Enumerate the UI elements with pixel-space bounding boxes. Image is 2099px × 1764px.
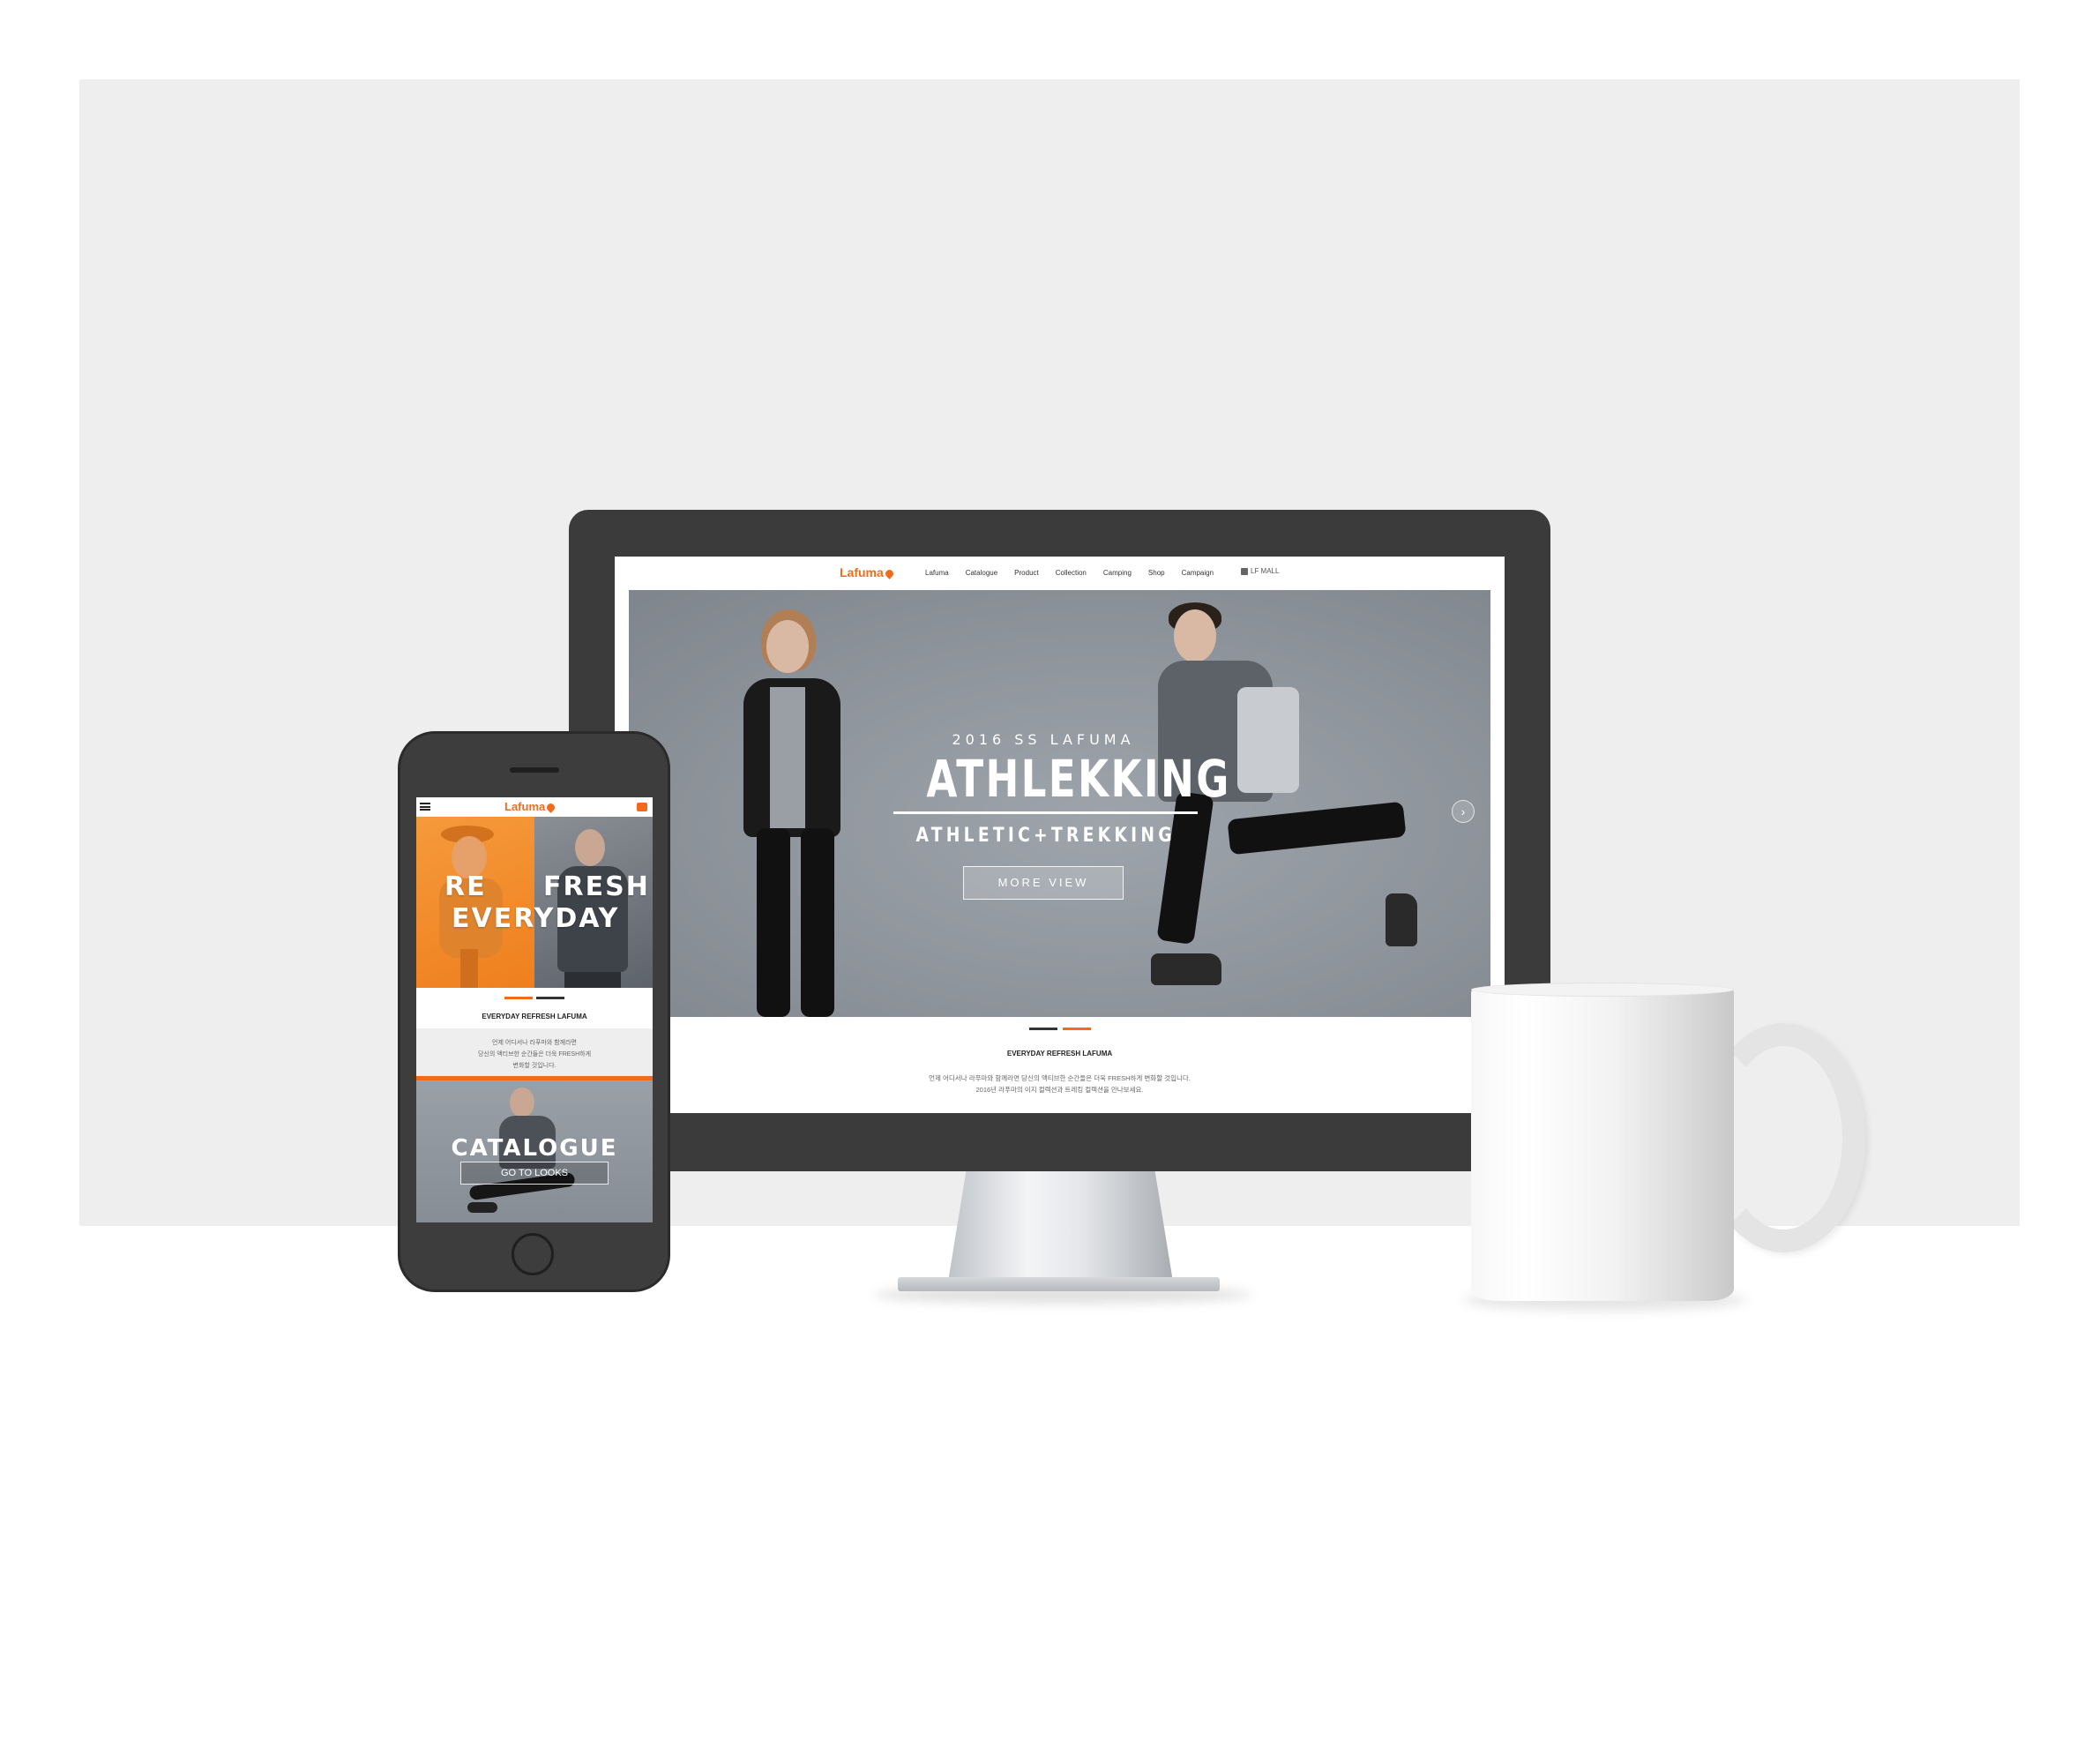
nav-item-catalogue[interactable]: Catalogue [966,569,997,577]
mobile-hero-word-re: RE [444,871,487,902]
hero-title: ATHLEKKING [926,749,1231,809]
catalogue-title: CATALOGUE [451,1135,618,1162]
monitor-stand-foot [898,1277,1220,1291]
nav-item-campaign[interactable]: Campaign [1182,569,1214,577]
mug-rim [1471,983,1734,997]
mobile-section-line-1: 언제 어디서나 라푸마와 함께라면 [492,1040,577,1046]
mobile-slide-indicator-2[interactable] [536,997,564,999]
hero-tagline: ATHLETIC+TREKKING [915,825,1176,847]
next-slide-arrow-icon[interactable]: › [1452,800,1475,823]
go-to-looks-button[interactable]: GO TO LOOKS [460,1162,609,1185]
nav-item-collection[interactable]: Collection [1056,569,1087,577]
mobile-hero-word-everyday: EVERYDAY [452,903,620,934]
slide-indicator-1[interactable] [1029,1028,1057,1030]
mobile-logo[interactable]: Lafuma [504,800,557,813]
cart-icon[interactable] [637,803,647,811]
hamburger-menu-icon[interactable] [420,803,430,811]
mobile-hero-banner: RE FRESH EVERYDAY [416,817,653,988]
slide-indicator-2[interactable] [1063,1028,1091,1030]
monitor-stand-neck [948,1171,1173,1282]
nav-item-camping[interactable]: Camping [1103,569,1132,577]
shopping-bag-icon [1241,567,1248,575]
desktop-hero-banner: 2016 SS LAFUMA ATHLEKKING ATHLETIC+TREKK… [629,590,1490,1017]
lf-mall-label: LF MALL [1251,567,1280,575]
leaf-logo-icon [883,567,895,579]
desktop-website: Lafuma Lafuma Catalogue Product Collecti… [615,557,1505,1113]
hero-subtitle: 2016 SS LAFUMA [952,731,1135,748]
nav-item-shop[interactable]: Shop [1148,569,1165,577]
mobile-hero-orange-panel [416,817,534,988]
phone-home-button [512,1233,554,1275]
mobile-website: Lafuma RE FRESH EVERYDAY EVERYDAY REFRES… [416,797,653,1222]
desktop-section-line-1: 언제 어디서나 라푸마와 함께라면 당신의 액티브한 순간들은 더욱 FRESH… [929,1074,1191,1082]
desktop-header: Lafuma Lafuma Catalogue Product Collecti… [615,557,1505,590]
desktop-main-menu: Lafuma Catalogue Product Collection Camp… [925,569,1214,577]
phone-speaker [510,767,559,773]
leaf-logo-icon [545,802,557,813]
desktop-section-body: 언제 어디서나 라푸마와 함께라면 당신의 액티브한 순간들은 더욱 FRESH… [615,1073,1505,1095]
white-mug [1471,988,1734,1301]
desktop-hero-text: 2016 SS LAFUMA ATHLEKKING ATHLETIC+TREKK… [893,731,1231,900]
more-view-button[interactable]: MORE VIEW [963,866,1124,900]
mobile-section-line-2: 당신의 액티브한 순간들은 더욱 FRESH하게 [477,1051,592,1058]
mobile-section-body: 언제 어디서나 라푸마와 함께라면 당신의 액티브한 순간들은 더욱 FRESH… [416,1028,653,1076]
mobile-catalogue-banner: CATALOGUE GO TO LOOKS [416,1080,653,1222]
mobile-header: Lafuma [416,797,653,817]
mockup-scene: Lafuma Lafuma Catalogue Product Collecti… [0,0,2099,1764]
hero-model-woman [708,590,885,1017]
mobile-section-line-3: 변화할 것입니다. [512,1063,556,1069]
hero-title-underline [893,811,1198,814]
nav-item-product[interactable]: Product [1014,569,1039,577]
lf-mall-link[interactable]: LF MALL [1241,567,1279,575]
mobile-logo-text: Lafuma [504,800,546,813]
desktop-logo-text: Lafuma [840,565,884,579]
mobile-section-title: EVERYDAY REFRESH LAFUMA [482,1013,587,1020]
desktop-logo[interactable]: Lafuma [840,565,895,579]
nav-item-lafuma[interactable]: Lafuma [925,569,949,577]
mobile-slide-indicator-1[interactable] [504,997,533,999]
mobile-hero-word-fresh: FRESH [543,871,650,902]
mobile-hero-gray-panel [534,817,653,988]
desktop-section-line-2: 2016년 라푸마의 이지 컬렉션과 트레킹 컬렉션을 만나보세요. [975,1086,1144,1094]
desktop-section-title: EVERYDAY REFRESH LAFUMA [1006,1050,1113,1058]
